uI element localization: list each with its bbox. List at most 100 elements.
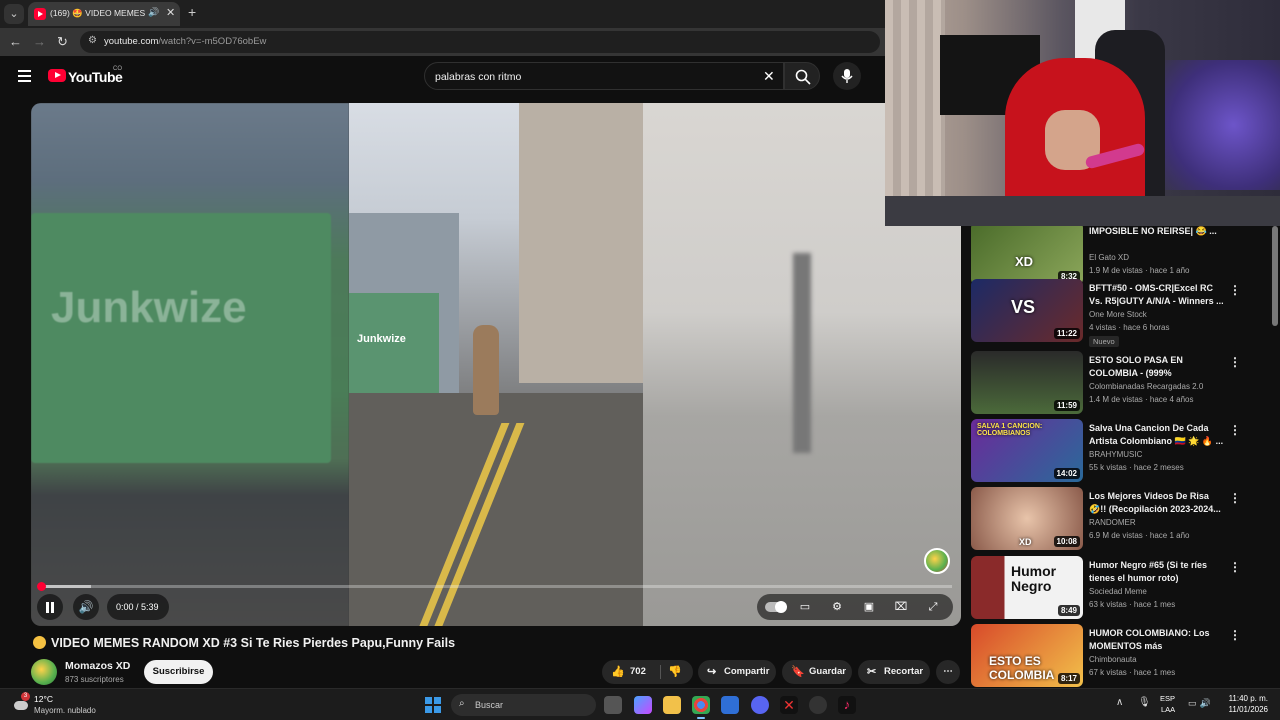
back-arrow-icon[interactable]: ← <box>9 34 22 49</box>
menu-hamburger-icon[interactable] <box>18 70 31 82</box>
file-explorer-icon[interactable] <box>663 696 681 714</box>
autoplay-toggle[interactable] <box>765 601 787 613</box>
rec-title[interactable]: Los Mejores Videos De Risa 🤣!! (Recopila… <box>1089 490 1225 516</box>
video-thumbnail[interactable]: XD 10:08 <box>971 487 1083 550</box>
network-volume-battery-icons[interactable]: ▭🔊 <box>1188 698 1214 709</box>
progress-scrubber[interactable] <box>37 582 46 591</box>
search-button[interactable] <box>784 62 820 90</box>
clear-search-icon[interactable]: ✕ <box>763 68 775 85</box>
discord-icon[interactable] <box>751 696 769 714</box>
video-player[interactable]: Junkwize Junkwize 🔊 0:00 / 5:39 ▭ ⚙ ▣ ⌧ … <box>31 103 961 626</box>
like-dislike-group: 👍 702 👎 <box>602 660 693 684</box>
more-options-icon[interactable]: ⋮ <box>1229 560 1241 574</box>
taskbar-date[interactable]: 11/01/2026 <box>1220 705 1268 714</box>
more-options-icon[interactable]: ⋮ <box>1229 355 1241 369</box>
rec-channel[interactable]: One More Stock <box>1089 310 1147 319</box>
copilot-icon[interactable] <box>634 696 652 714</box>
save-button[interactable]: 🔖 Guardar <box>782 660 852 684</box>
recommendation-item[interactable]: SALVA 1 CANCION: COLOMBIANOS 14:02 Salva… <box>971 419 1271 483</box>
like-thumb-icon[interactable]: 👍 <box>611 660 625 684</box>
rec-title[interactable]: ESTO SOLO PASA EN COLOMBIA - (999% impos… <box>1089 354 1225 380</box>
taskbar-search-box[interactable]: ⌕ Buscar <box>451 694 596 716</box>
forward-arrow-icon[interactable]: → <box>33 34 46 49</box>
more-options-icon[interactable]: ⋮ <box>1229 491 1241 505</box>
settings-gear-icon[interactable]: ⚙ <box>829 599 845 615</box>
rec-title[interactable]: IMPOSIBLE NO REIRSE| 😂 ... <box>1089 226 1225 238</box>
recommendation-item[interactable]: 11:59 ESTO SOLO PASA EN COLOMBIA - (999%… <box>971 351 1271 415</box>
channel-name[interactable]: Momazos XD <box>65 660 130 672</box>
duration-badge: 8:17 <box>1057 673 1080 684</box>
windows-start-icon[interactable] <box>425 697 441 713</box>
tiktok-icon[interactable]: ♪ <box>838 696 856 714</box>
video-thumbnail[interactable]: XD 8:32 <box>971 226 1083 285</box>
search-input[interactable]: palabras con ritmo ✕ <box>424 62 784 90</box>
url-bar[interactable]: ⚙ youtube.com/watch?v=-m5OD76obEw <box>80 31 880 53</box>
voice-search-button[interactable] <box>833 62 861 90</box>
recommendation-item[interactable]: XD 10:08 Los Mejores Videos De Risa 🤣!! … <box>971 487 1271 551</box>
more-options-icon[interactable]: ⋮ <box>1229 283 1241 297</box>
reload-icon[interactable]: ↻ <box>57 34 68 50</box>
subscribe-button[interactable]: Suscribirse <box>144 660 213 684</box>
video-frame-center: Junkwize <box>349 103 643 626</box>
keyboard-layout[interactable]: LAA <box>1161 705 1175 714</box>
recommendation-item[interactable]: VS 11:22 BFTT#50 - OMS-CR|Excel RC Vs. R… <box>971 279 1271 347</box>
tray-overflow-chevron-icon[interactable]: ∧ <box>1116 697 1123 708</box>
clip-button[interactable]: ✂ Recortar <box>858 660 930 684</box>
more-options-icon[interactable]: ⋮ <box>1229 628 1241 642</box>
rec-channel[interactable]: Sociedad Meme <box>1089 587 1147 596</box>
weather-condition[interactable]: Mayorm. nublado <box>34 706 96 715</box>
rec-title[interactable]: Salva Una Cancion De Cada Artista Colomb… <box>1089 422 1225 448</box>
channel-watermark-icon[interactable] <box>924 548 950 574</box>
miniplayer-icon[interactable]: ▣ <box>861 599 877 615</box>
sidebar-scrollbar[interactable] <box>1272 226 1278 326</box>
taskbar-search-placeholder: Buscar <box>475 700 504 710</box>
progress-bar[interactable] <box>37 582 952 591</box>
rec-title[interactable]: Humor Negro #65 (Si te ríes tienes el hu… <box>1089 559 1225 585</box>
microsoft-store-icon[interactable] <box>721 696 739 714</box>
subtitles-icon[interactable]: ▭ <box>797 599 813 615</box>
thumb-text: Humor Negro <box>1011 563 1057 594</box>
language-indicator[interactable]: ESP <box>1160 694 1175 703</box>
volume-icon[interactable]: 🔊 <box>73 594 99 620</box>
chrome-icon[interactable] <box>692 696 710 719</box>
recommendation-item[interactable]: ESTO ES COLOMBIA 8:17 HUMOR COLOMBIANO: … <box>971 624 1271 688</box>
obs-icon[interactable] <box>809 696 827 714</box>
recommendation-item[interactable]: XD 8:32 IMPOSIBLE NO REIRSE| 😂 ... El Ga… <box>971 226 1271 286</box>
rec-channel[interactable]: BRAHYMUSIC <box>1089 450 1142 459</box>
rec-channel[interactable]: Colombianadas Recargadas 2.0 <box>1089 382 1203 391</box>
youtube-logo-icon[interactable] <box>48 69 66 82</box>
cast-icon[interactable]: ⌧ <box>893 599 909 615</box>
more-actions-button[interactable]: ⋯ <box>936 660 960 684</box>
rec-channel[interactable]: El Gato XD <box>1089 253 1129 262</box>
tray-microphone-icon[interactable]: 🎙 <box>1138 697 1151 708</box>
tab-close-icon[interactable]: ✕ <box>166 6 175 19</box>
recommendation-item[interactable]: Humor Negro 8:49 Humor Negro #65 (Si te … <box>971 556 1271 620</box>
rec-channel[interactable]: RANDOMER <box>1089 518 1136 527</box>
browser-tab-active[interactable]: (169) 🤩 VIDEO MEMES RA 🔊 ✕ <box>28 2 180 26</box>
youtube-header: YouTube CO palabras con ritmo ✕ <box>0 56 885 98</box>
weather-temperature[interactable]: 12°C <box>34 694 53 704</box>
share-button[interactable]: ↪ Compartir <box>698 660 776 684</box>
rec-title[interactable]: HUMOR COLOMBIANO: Los MOMENTOS más GRACI… <box>1089 627 1225 653</box>
channel-avatar[interactable] <box>31 659 57 685</box>
x-app-icon[interactable]: ✕ <box>780 696 798 714</box>
rec-title[interactable]: BFTT#50 - OMS-CR|Excel RC Vs. R5|GUTY A/… <box>1089 282 1225 308</box>
fullscreen-icon[interactable]: ⤢ <box>925 599 941 615</box>
task-view-icon[interactable] <box>604 696 622 714</box>
pause-button[interactable] <box>37 594 63 620</box>
tab-audio-icon[interactable]: 🔊 <box>148 7 159 18</box>
microphone-icon <box>841 69 853 83</box>
video-thumbnail[interactable]: 11:59 <box>971 351 1083 414</box>
video-thumbnail[interactable]: SALVA 1 CANCION: COLOMBIANOS 14:02 <box>971 419 1083 482</box>
like-count[interactable]: 702 <box>630 660 646 684</box>
tab-search-chevron-icon[interactable]: ⌄ <box>4 4 24 24</box>
more-options-icon[interactable]: ⋮ <box>1229 423 1241 437</box>
video-thumbnail[interactable]: VS 11:22 <box>971 279 1083 342</box>
video-thumbnail[interactable]: ESTO ES COLOMBIA 8:17 <box>971 624 1083 687</box>
dislike-thumb-icon[interactable]: 👎 <box>668 660 682 684</box>
site-info-icon[interactable]: ⚙ <box>88 35 97 46</box>
rec-channel[interactable]: Chimbonauta <box>1089 655 1137 664</box>
new-tab-button[interactable]: + <box>188 4 196 20</box>
video-thumbnail[interactable]: Humor Negro 8:49 <box>971 556 1083 619</box>
taskbar-clock[interactable]: 11:40 p. m. <box>1228 694 1268 703</box>
